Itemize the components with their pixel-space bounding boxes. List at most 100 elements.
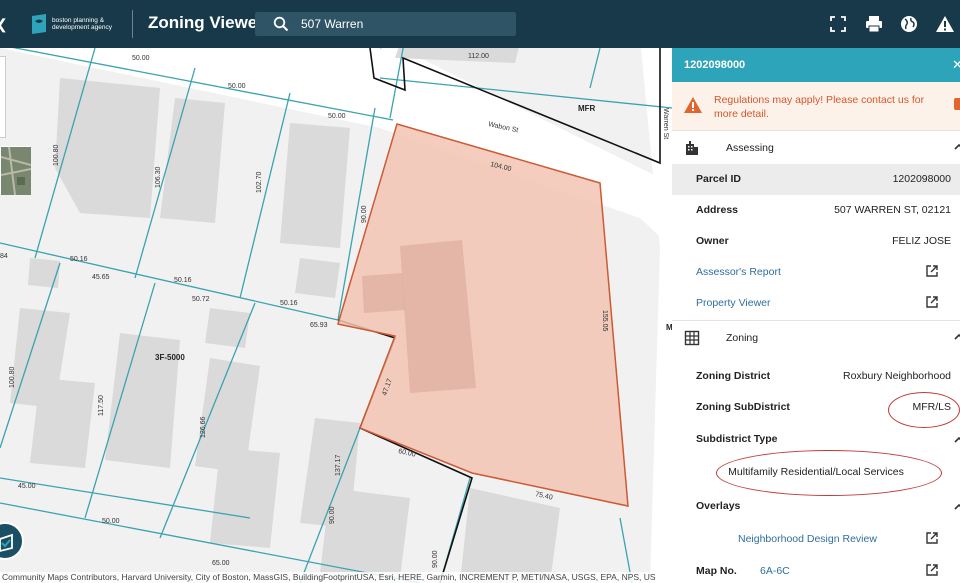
dim-label: 90.00 [329,506,336,524]
map-no-label: Map No. [696,565,737,577]
globe-icon[interactable] [899,14,919,34]
external-link-icon[interactable] [925,264,939,278]
dim-label: 50.00 [102,518,120,525]
map-attribution: Community Maps Contributors, Harvard Uni… [0,572,672,583]
zoning-viewer-app: ❮ boston planning & development agency Z… [0,0,960,583]
subdistrict-type-label: Subdistrict Type [696,433,778,445]
row-zoning-district: Zoning District Roxbury Neighborhood [672,361,960,392]
selected-parcel[interactable] [337,123,629,507]
app-header: ❮ boston planning & development agency Z… [0,0,960,48]
external-link-icon[interactable] [925,295,939,309]
zoning-district-value: Roxbury Neighborhood [843,370,951,382]
satellite-thumbnail-icon [1,147,31,195]
row-owner: Owner FELIZ JOSE [672,226,960,257]
dim-label: 65.00 [212,560,230,567]
panel-header: 1202098000 ✕ [672,48,960,82]
assessors-report-link[interactable]: Assessor's Report [696,266,781,278]
chevron-up-icon[interactable] [953,434,960,446]
layers-button[interactable] [0,522,24,560]
property-viewer-link[interactable]: Property Viewer [696,297,771,309]
neighborhood-design-review-link[interactable]: Neighborhood Design Review [738,533,877,545]
external-link-icon[interactable] [925,531,939,545]
close-icon[interactable]: ✕ [952,57,960,73]
dim-label: 50.72 [192,296,210,303]
row-overlays: Overlays [672,491,960,522]
alert-side-icon[interactable] [954,98,960,110]
regulation-alert: Regulations may apply! Please contact us… [672,82,960,130]
dim-label: 155.05 [601,310,608,332]
search-box[interactable] [255,12,516,36]
alert-triangle-icon [684,97,702,113]
section-zoning[interactable]: Zoning [672,320,960,354]
dim-label: 50.16 [174,277,192,284]
zoning-district-label: Zoning District [696,370,771,382]
chevron-up-icon[interactable] [953,501,960,513]
map-no-link[interactable]: 6A-6C [760,565,790,577]
owner-value: FELIZ JOSE [892,235,951,247]
print-icon[interactable] [864,14,884,34]
dim-label: 84 [0,253,8,260]
panel-title: 1202098000 [684,59,746,71]
zone-label-3f5000: 3F-5000 [155,353,185,362]
row-assessors-report[interactable]: Assessor's Report [672,257,960,288]
dim-label: 75.40 [535,491,554,502]
dim-label: 45.00 [18,483,36,490]
dim-label: 102.70 [256,171,263,193]
bpda-logo-mark-icon [32,14,46,34]
section-label-assessing: Assessing [726,142,774,154]
search-input[interactable] [301,14,506,34]
row-parcel-id: Parcel ID 1202098000 [672,164,960,195]
owner-label: Owner [696,235,729,247]
building-icon [686,141,698,155]
dim-label: 100.80 [53,144,60,166]
row-map-no: Map No. 6A-6C [672,556,960,583]
layers-icon [0,533,13,552]
zone-label-mfr: MFR [578,104,596,113]
address-label: Address [696,204,739,216]
fullscreen-icon[interactable] [828,14,848,34]
dim-label: 137.17 [335,454,342,476]
overlays-label: Overlays [696,500,741,512]
dim-label: 50.16 [280,300,298,307]
dim-label: 106.30 [155,166,162,188]
dim-label: 65.93 [310,322,328,329]
basemap-toggle[interactable] [0,146,31,195]
logo-text: boston planning & development agency [52,17,112,31]
chevron-up-icon[interactable] [953,141,960,153]
parcel-map-canvas[interactable]: MFR 3F-5000 Wabon St Warren St M 50.00 5… [0,48,672,583]
back-icon[interactable]: ❮ [0,16,8,33]
parcel-id-label: Parcel ID [696,173,741,185]
section-assessing[interactable]: Assessing [672,130,960,164]
warning-icon[interactable] [935,14,955,34]
dim-label: 45.65 [92,274,110,281]
dim-label: 90.00 [432,550,439,568]
chevron-up-icon[interactable] [953,331,960,343]
zoom-control[interactable] [0,56,6,138]
row-property-viewer[interactable]: Property Viewer [672,288,960,319]
subdistrict-highlight-ellipse [888,392,960,428]
parcel-detail-panel: 1202098000 ✕ Regulations may apply! Plea… [672,48,960,583]
zoning-subdistrict-label: Zoning SubDistrict [696,401,790,413]
bpda-logo[interactable]: boston planning & development agency [30,10,130,38]
dim-label: 112.00 [468,53,489,60]
header-divider [132,10,133,38]
dim-label: 100.80 [9,366,16,388]
dim-label: 50.16 [70,256,88,263]
search-icon[interactable] [273,16,289,32]
alert-text: Regulations may apply! Please contact us… [714,94,925,120]
dim-label: 90.00 [361,205,368,223]
dim-label: 126.66 [200,416,207,438]
map-view[interactable]: MFR 3F-5000 Wabon St Warren St M 50.00 5… [0,48,672,583]
external-link-icon[interactable] [925,563,939,577]
address-value: 507 WARREN ST, 02121 [834,204,951,216]
row-overlay-ndr[interactable]: Neighborhood Design Review [672,524,960,555]
dim-label: 50.00 [228,83,246,90]
dim-label: 117.50 [98,395,105,416]
parcel-id-value: 1202098000 [892,173,951,185]
section-label-zoning: Zoning [726,332,759,344]
app-title: Zoning Viewer [148,13,264,32]
subdistrict-type-highlight-ellipse [716,450,942,496]
dim-label: 50.00 [328,113,346,120]
street-label-warren: Warren St [662,108,669,139]
grid-icon [684,330,700,346]
